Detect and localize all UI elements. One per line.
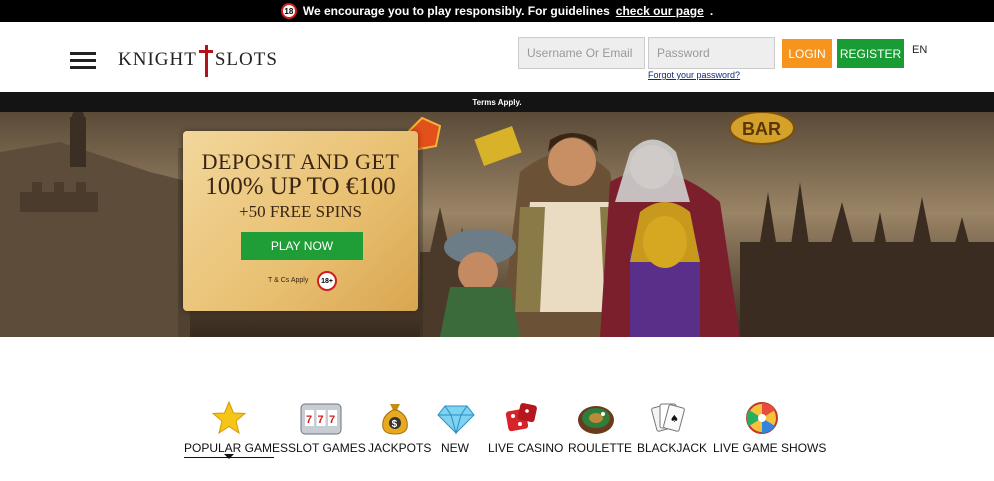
forgot-password-link[interactable]: Forgot your password? (648, 70, 740, 80)
cards-icon: ♠ (651, 403, 685, 432)
category-roulette[interactable]: ROULETTE (568, 400, 633, 455)
category-live-game-shows[interactable]: LIVE GAME SHOWS (713, 400, 827, 455)
site-header: KNIGHT SLOTS Forgot your password? LOGIN… (0, 22, 994, 92)
svg-text:$: $ (392, 419, 398, 430)
active-indicator-caret (224, 454, 234, 459)
star-icon (211, 400, 247, 435)
money-bag-icon: $ (382, 404, 408, 435)
category-blackjack[interactable]: ♠ BLACKJACK (637, 400, 708, 455)
category-jackpots[interactable]: $ JACKPOTS (368, 400, 432, 455)
dice-icon (505, 403, 537, 432)
logo-text-right: SLOTS (214, 49, 278, 70)
register-button[interactable]: REGISTER (837, 39, 904, 68)
age-18-icon: 18+ (317, 271, 337, 291)
diamond-icon (437, 405, 475, 435)
category-label: SLOT GAMES (288, 441, 366, 455)
category-label: BLACKJACK (637, 441, 708, 455)
svg-text:7: 7 (329, 414, 335, 426)
svg-text:♠: ♠ (670, 414, 679, 425)
category-label: NEW (441, 441, 469, 455)
slot-machine-icon: 7 7 7 (300, 403, 342, 435)
wheel-icon (746, 402, 778, 434)
menu-icon[interactable] (70, 52, 96, 70)
age-18-icon: 18 (280, 3, 297, 19)
category-label: LIVE CASINO (488, 441, 564, 455)
svg-text:7: 7 (318, 414, 324, 426)
responsible-gaming-bar: 18 We encourage you to play responsibly.… (0, 0, 994, 22)
sword-icon (198, 41, 213, 79)
promo-line-3: +50 FREE SPINS (239, 202, 362, 221)
site-logo[interactable]: KNIGHT SLOTS (118, 40, 278, 80)
category-nav: POPULAR GAMES 7 7 7 SLOT GAMES $ JACKPOT… (0, 400, 994, 470)
category-new[interactable]: NEW (437, 400, 475, 455)
category-live-casino[interactable]: LIVE CASINO (488, 400, 564, 455)
terms-apply-text: T & Cs Apply (268, 277, 309, 284)
svg-text:7: 7 (306, 414, 312, 426)
promo-line-2: 100% UP TO €100 (205, 173, 396, 200)
category-slot-games[interactable]: 7 7 7 SLOT GAMES (288, 400, 366, 455)
banner-artwork: BAR (0, 112, 994, 337)
category-label: ROULETTE (568, 441, 633, 455)
login-button[interactable]: LOGIN (782, 39, 832, 68)
category-label: JACKPOTS (368, 441, 432, 455)
promo-card: DEPOSIT AND GET 100% UP TO €100 +50 FREE… (183, 131, 418, 311)
logo-text-left: KNIGHT (118, 49, 197, 70)
bar-sign: BAR (742, 119, 781, 139)
roulette-icon (578, 406, 614, 434)
category-popular-games[interactable]: POPULAR GAMES (184, 400, 288, 458)
promo-line-1: DEPOSIT AND GET (201, 149, 400, 174)
language-selector[interactable]: EN (912, 44, 927, 56)
username-input[interactable] (518, 37, 645, 69)
terms-strip: Terms Apply. (0, 92, 994, 112)
guidelines-link[interactable]: check our page (616, 4, 704, 18)
promo-banner[interactable]: Terms Apply. BAR DEPOSIT AND GET 100% UP… (0, 92, 994, 337)
notice-text: We encourage you to play responsibly. Fo… (302, 4, 610, 18)
play-now-button[interactable]: PLAY NOW (241, 232, 363, 260)
category-label: LIVE GAME SHOWS (713, 441, 827, 455)
password-input[interactable] (648, 37, 775, 69)
